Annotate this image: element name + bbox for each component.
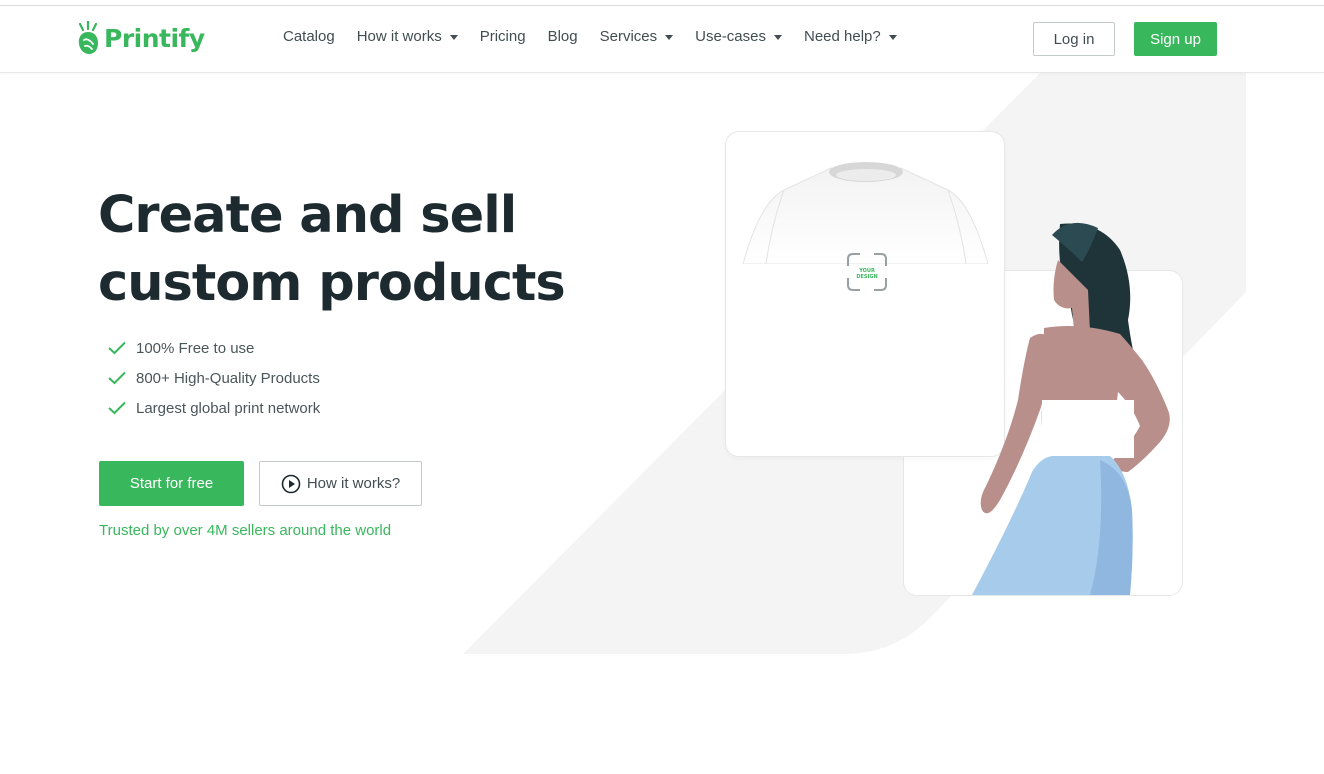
- nav-item-label: How it works: [356, 28, 442, 45]
- nav-item-how-it-works[interactable]: How it works: [357, 28, 458, 45]
- main-nav: Catalog How it works Pricing Blog Servic…: [283, 28, 919, 45]
- login-button[interactable]: Log in: [1033, 22, 1115, 56]
- caret-down-icon: [888, 35, 897, 40]
- design-placeholder-line-2: DESIGN: [856, 274, 877, 280]
- trusted-text: Trusted by over 4M sellers around the wo…: [99, 522, 392, 539]
- check-icon: [108, 401, 126, 415]
- nav-item-label: Blog: [547, 28, 578, 45]
- feature-label: 800+ High-Quality Products: [136, 369, 320, 387]
- nav-item-use-cases[interactable]: Use-cases: [695, 28, 782, 45]
- woman-illustration: [972, 222, 1170, 595]
- nav-item-services[interactable]: Services: [600, 28, 674, 45]
- play-circle-icon: [281, 474, 301, 493]
- feature-label: Largest global print network: [136, 399, 321, 417]
- caret-down-icon: [449, 35, 458, 40]
- nav-item-label: Use-cases: [695, 28, 766, 45]
- check-icon: [108, 371, 126, 385]
- feature-item: 100% Free to use: [108, 333, 320, 363]
- check-icon: [108, 341, 126, 355]
- feature-item: Largest global print network: [108, 393, 320, 423]
- signup-button[interactable]: Sign up: [1134, 22, 1217, 56]
- nav-item-label: Need help?: [804, 28, 881, 45]
- nav-item-label: Services: [599, 28, 658, 45]
- caret-down-icon: [665, 35, 674, 40]
- hero-title: Create and sell custom products: [98, 182, 618, 318]
- start-for-free-button[interactable]: Start for free: [99, 461, 244, 506]
- nav-item-label: Catalog: [283, 28, 335, 45]
- hero-title-line-2: custom products: [98, 254, 566, 313]
- printify-logo[interactable]: Printify: [76, 21, 205, 55]
- nav-item-label: Pricing: [479, 28, 526, 45]
- how-it-works-button[interactable]: How it works?: [259, 461, 422, 506]
- nav-item-pricing[interactable]: Pricing: [480, 28, 526, 45]
- caret-down-icon: [774, 35, 782, 40]
- nav-item-blog[interactable]: Blog: [548, 28, 578, 45]
- nav-item-catalog[interactable]: Catalog: [283, 28, 335, 45]
- printify-logo-text: Printify: [104, 23, 205, 53]
- nav-item-need-help[interactable]: Need help?: [804, 28, 897, 45]
- feature-list: 100% Free to use 800+ High-Quality Produ…: [108, 333, 320, 423]
- printify-logo-icon: [78, 21, 98, 54]
- hero-title-line-1: Create and sell: [98, 186, 517, 245]
- feature-item: 800+ High-Quality Products: [108, 363, 320, 393]
- feature-label: 100% Free to use: [136, 339, 255, 357]
- top-navbar: Printify Catalog How it works Pricing Bl…: [0, 6, 1324, 73]
- how-it-works-label: How it works?: [306, 475, 401, 492]
